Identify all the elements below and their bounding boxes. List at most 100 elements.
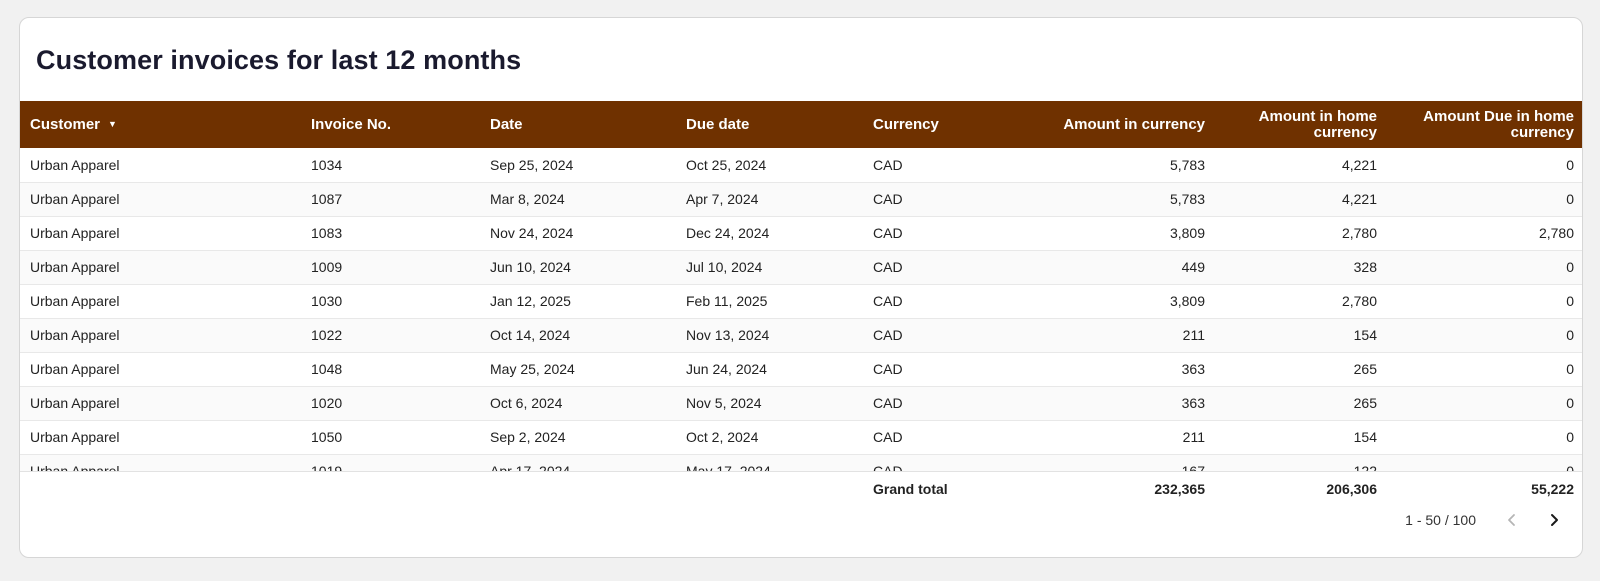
grand-total-amount-due-in-home-currency: 55,222 xyxy=(1531,481,1574,497)
table-row[interactable]: Urban Apparel 1087 Mar 8, 2024 Apr 7, 2024 C… xyxy=(20,182,1582,217)
column-header-amount-due-in-home-currency[interactable]: Amount Due in home currency xyxy=(1387,101,1582,148)
column-header-label: Due date xyxy=(686,115,750,133)
table-row[interactable]: Urban Apparel 1048 May 25, 2024 Jun 24, 202… xyxy=(20,352,1582,387)
table-cell: 0 xyxy=(1387,182,1582,217)
column-header-label: Currency xyxy=(873,115,939,133)
table-cell: 265 xyxy=(1215,386,1387,421)
table-cell: 0 xyxy=(1387,250,1582,285)
table-cell: 3,809 xyxy=(1038,284,1215,319)
table-cell: Sep 25, 2024 xyxy=(480,148,676,183)
table-cell: 449 xyxy=(1038,250,1215,285)
table-cell: Oct 25, 2024 xyxy=(676,148,863,183)
table-cell: Oct 6, 2024 xyxy=(480,386,676,421)
table-cell: 1083 xyxy=(301,216,480,251)
table-cell: 154 xyxy=(1215,420,1387,455)
table-cell: Urban Apparel xyxy=(20,454,301,471)
column-header-label: Amount in currency xyxy=(1063,115,1205,133)
next-page-button[interactable] xyxy=(1540,506,1568,534)
table-cell: CAD xyxy=(863,420,1038,455)
table-cell: 3,809 xyxy=(1038,216,1215,251)
column-header-label: Amount in home currency xyxy=(1258,107,1377,141)
column-header-due-date[interactable]: Due date xyxy=(676,101,863,148)
table-cell: Apr 17, 2024 xyxy=(480,454,676,471)
table-row[interactable]: Urban Apparel 1022 Oct 14, 2024 Nov 13, 202… xyxy=(20,318,1582,353)
table-row[interactable]: Urban Apparel 1030 Jan 12, 2025 Feb 11, 202… xyxy=(20,284,1582,319)
table-cell: 363 xyxy=(1038,352,1215,387)
table-cell: Urban Apparel xyxy=(20,420,301,455)
table-body-scroll[interactable]: Urban Apparel 1034 Sep 25, 2024 Oct 25, 202… xyxy=(20,148,1582,472)
column-header-amount-in-home-currency[interactable]: Amount in home currency xyxy=(1215,101,1387,148)
table-cell: 2,780 xyxy=(1215,216,1387,251)
table-row[interactable]: Urban Apparel 1009 Jun 10, 2024 Jul 10, 202… xyxy=(20,250,1582,285)
table-cell: 211 xyxy=(1038,318,1215,353)
grand-total-amount-in-currency: 232,365 xyxy=(1154,481,1205,497)
table-cell: CAD xyxy=(863,148,1038,183)
table-cell: 211 xyxy=(1038,420,1215,455)
invoices-table: Customer ▼ Invoice No. Date Due date Currency… xyxy=(20,101,1582,506)
table-row[interactable]: Urban Apparel 1050 Sep 2, 2024 Oct 2, 2024 C… xyxy=(20,420,1582,455)
column-header-invoice-no[interactable]: Invoice No. xyxy=(301,101,480,148)
table-cell: 0 xyxy=(1387,420,1582,455)
previous-page-button[interactable] xyxy=(1498,506,1526,534)
pagination: 1 - 50 / 100 xyxy=(1405,505,1568,535)
table-cell: Urban Apparel xyxy=(20,250,301,285)
grand-total-amount-in-home-currency: 206,306 xyxy=(1326,481,1377,497)
table-cell: 0 xyxy=(1387,148,1582,183)
table-cell: Mar 8, 2024 xyxy=(480,182,676,217)
table-cell: CAD xyxy=(863,352,1038,387)
table-cell: Urban Apparel xyxy=(20,182,301,217)
table-cell: Sep 2, 2024 xyxy=(480,420,676,455)
chevron-left-icon xyxy=(1508,514,1515,526)
table-cell: CAD xyxy=(863,182,1038,217)
table-cell: CAD xyxy=(863,284,1038,319)
table-cell: 122 xyxy=(1215,454,1387,471)
table-cell: Oct 2, 2024 xyxy=(676,420,863,455)
pagination-label: 1 - 50 / 100 xyxy=(1405,512,1476,528)
table-cell: Urban Apparel xyxy=(20,284,301,319)
table-row[interactable]: Urban Apparel 1083 Nov 24, 2024 Dec 24, 202… xyxy=(20,216,1582,251)
table-cell: Nov 13, 2024 xyxy=(676,318,863,353)
header-row: Customer ▼ Invoice No. Date Due date Currency… xyxy=(20,101,1582,148)
table-cell: 0 xyxy=(1387,318,1582,353)
table-cell: 154 xyxy=(1215,318,1387,353)
table-cell: Oct 14, 2024 xyxy=(480,318,676,353)
page-title: Customer invoices for last 12 months xyxy=(36,45,522,75)
table-cell: Jun 10, 2024 xyxy=(480,250,676,285)
table-cell: 4,221 xyxy=(1215,182,1387,217)
column-header-amount-in-currency[interactable]: Amount in currency xyxy=(1038,101,1215,148)
table-cell: 1030 xyxy=(301,284,480,319)
column-header-label: Customer xyxy=(30,116,101,133)
grand-total-row: Grand total 232,365 206,306 55,222 xyxy=(20,472,1582,506)
table-cell: 0 xyxy=(1387,454,1582,471)
table-row[interactable]: Urban Apparel 1019 Apr 17, 2024 May 17, 202… xyxy=(20,454,1582,471)
table-cell: Urban Apparel xyxy=(20,318,301,353)
table-cell: 167 xyxy=(1038,454,1215,471)
column-header-label: Date xyxy=(490,115,523,133)
table-cell: 2,780 xyxy=(1387,216,1582,251)
table-row[interactable]: Urban Apparel 1034 Sep 25, 2024 Oct 25, 202… xyxy=(20,148,1582,183)
table-cell: 328 xyxy=(1215,250,1387,285)
table-cell: CAD xyxy=(863,386,1038,421)
table-cell: 5,783 xyxy=(1038,148,1215,183)
column-header-label: Invoice No. xyxy=(311,115,392,133)
table-cell: Dec 24, 2024 xyxy=(676,216,863,251)
table-cell: 1034 xyxy=(301,148,480,183)
table-cell: 0 xyxy=(1387,352,1582,387)
table-cell: Nov 5, 2024 xyxy=(676,386,863,421)
table-cell: CAD xyxy=(863,216,1038,251)
column-header-currency[interactable]: Currency xyxy=(863,101,1038,148)
invoices-card: Customer invoices for last 12 months Cus… xyxy=(19,17,1583,558)
table-cell: Urban Apparel xyxy=(20,352,301,387)
table-cell: 363 xyxy=(1038,386,1215,421)
table-cell: 1020 xyxy=(301,386,480,421)
column-header-customer[interactable]: Customer ▼ xyxy=(20,101,301,148)
table-body: Urban Apparel 1034 Sep 25, 2024 Oct 25, 202… xyxy=(20,148,1582,471)
table-row[interactable]: Urban Apparel 1020 Oct 6, 2024 Nov 5, 2024 C… xyxy=(20,386,1582,421)
table-cell: Nov 24, 2024 xyxy=(480,216,676,251)
column-header-label: Amount Due in home currency xyxy=(1423,107,1574,141)
table-cell: May 25, 2024 xyxy=(480,352,676,387)
table-cell: May 17, 2024 xyxy=(676,454,863,471)
column-header-date[interactable]: Date xyxy=(480,101,676,148)
table-cell: 1022 xyxy=(301,318,480,353)
table-cell: 0 xyxy=(1387,386,1582,421)
